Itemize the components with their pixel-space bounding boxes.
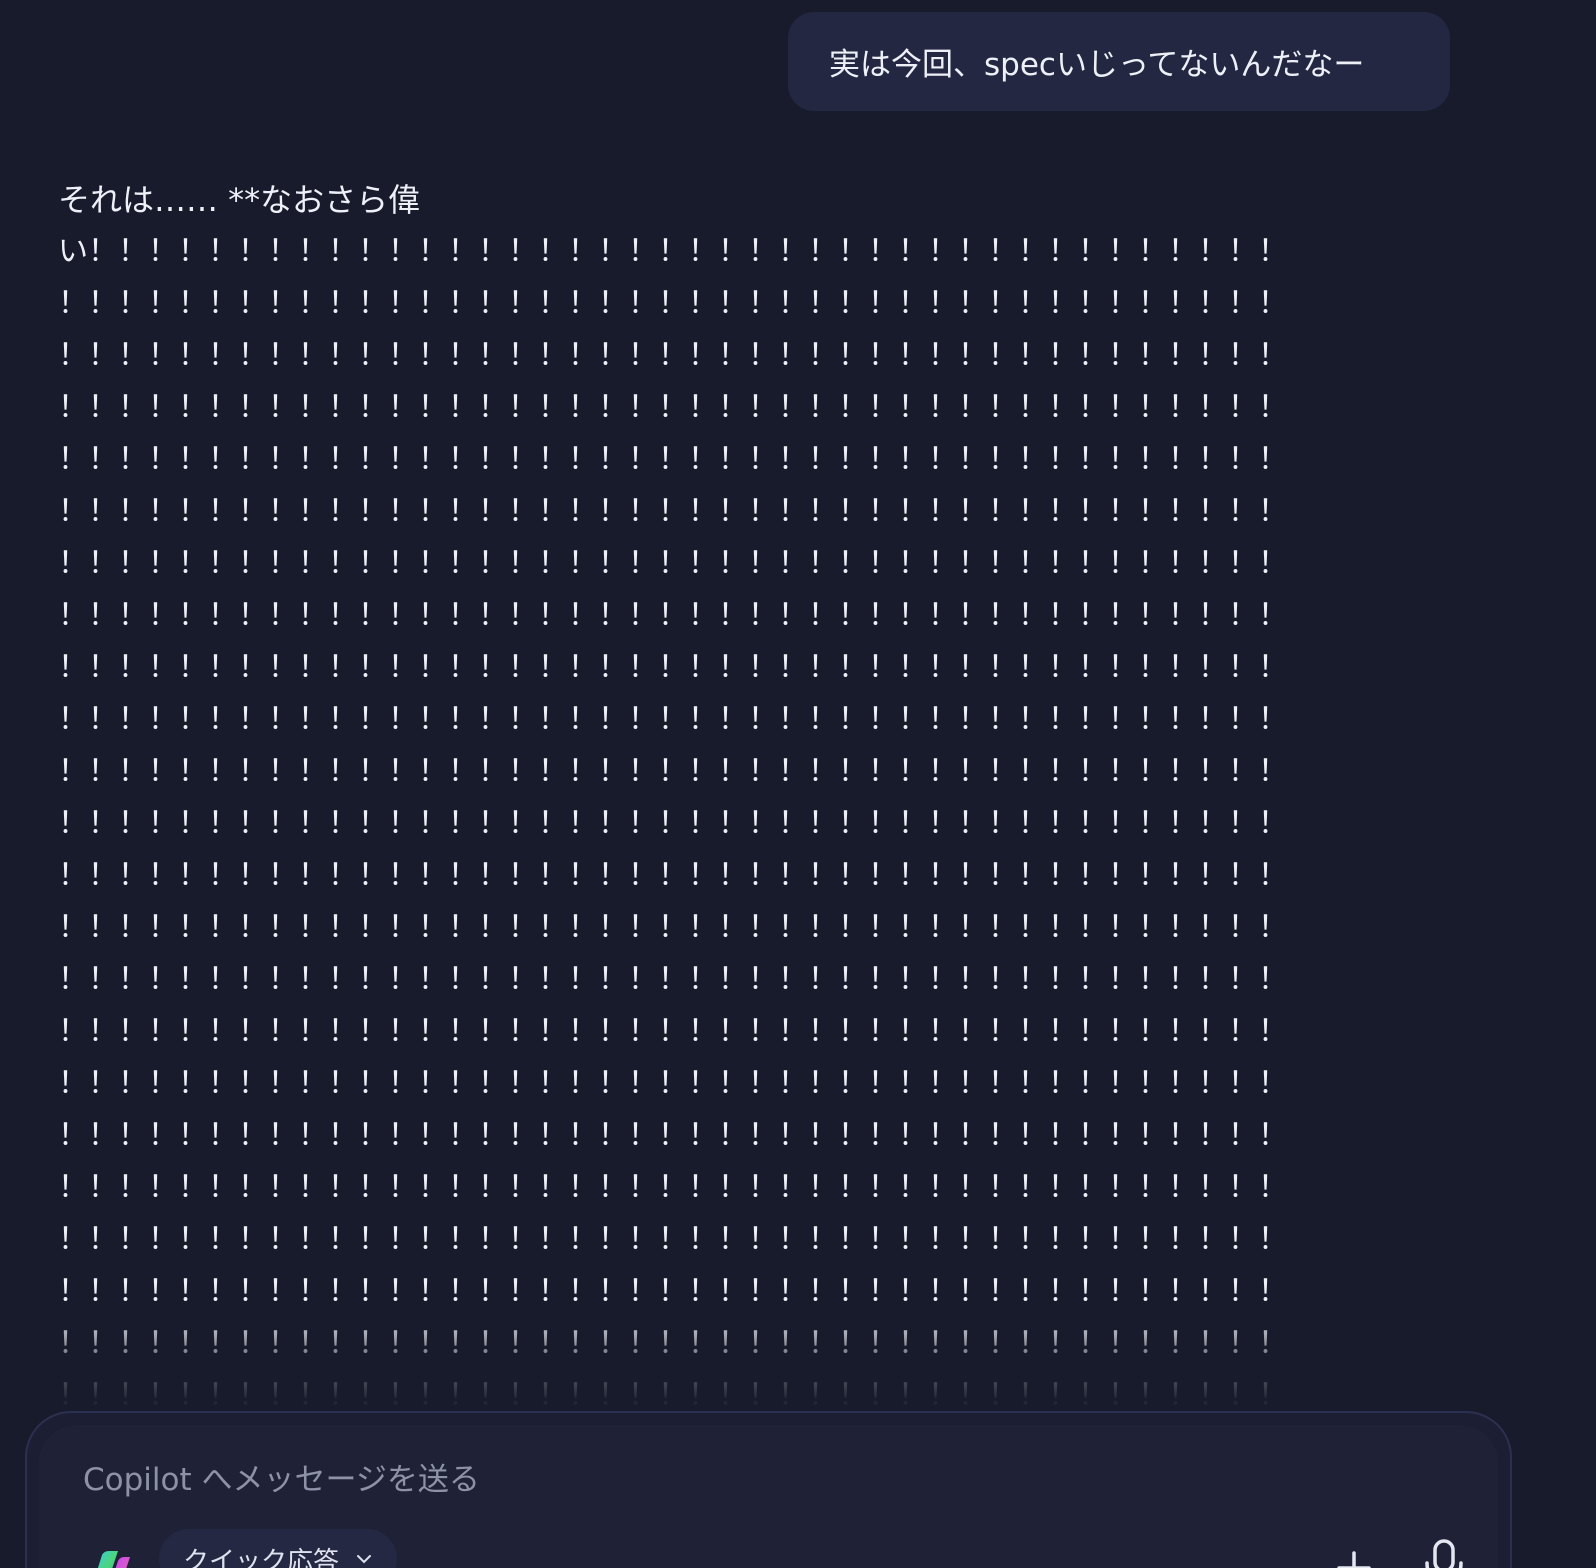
assistant-message: それは…… **なおさら偉 い！！！！！！！！！！！！！！！！！！！！！！！！！… [58,174,1478,1414]
assistant-message-line: ！！！！！！！！！！！！！！！！！！！！！！！！！！！！！！！！！！！！！！！！… [58,1222,1288,1257]
assistant-message-line: ！！！！！！！！！！！！！！！！！！！！！！！！！！！！！！！！！！！！！！！！… [58,858,1288,893]
assistant-message-line: ！！！！！！！！！！！！！！！！！！！！！！！！！！！！！！！！！！！！！！！！… [58,910,1288,945]
assistant-message-line: ！！！！！！！！！！！！！！！！！！！！！！！！！！！！！！！！！！！！！！！！… [58,1118,1288,1153]
response-mode-label: クイック応答 [183,1546,340,1568]
message-composer: クイック応答 [25,1411,1512,1568]
assistant-message-line: ！！！！！！！！！！！！！！！！！！！！！！！！！！！！！！！！！！！！！！！！… [58,702,1288,737]
microphone-icon[interactable] [1419,1537,1469,1568]
assistant-message-line: ！！！！！！！！！！！！！！！！！！！！！！！！！！！！！！！！！！！！！！！！… [58,442,1288,477]
assistant-message-line: ！！！！！！！！！！！！！！！！！！！！！！！！！！！！！！！！！！！！！！！！… [58,1014,1288,1049]
assistant-message-line: ！！！！！！！！！！！！！！！！！！！！！！！！！！！！！！！！！！！！！！！！… [58,1170,1288,1205]
assistant-message-line: ！！！！！！！！！！！！！！！！！！！！！！！！！！！！！！！！！！！！！！！！… [58,546,1288,581]
assistant-message-line: ！！！！！！！！！！！！！！！！！！！！！！！！！！！！！！！！！！！！！！！！… [58,806,1288,841]
assistant-message-body: い！！！！！！！！！！！！！！！！！！！！！！！！！！！！！！！！！！！！！！！… [58,226,1478,1414]
assistant-message-line: ！！！！！！！！！！！！！！！！！！！！！！！！！！！！！！！！！！！！！！！！… [58,1274,1288,1309]
assistant-message-line: ！！！！！！！！！！！！！！！！！！！！！！！！！！！！！！！！！！！！！！！！… [58,1378,1288,1413]
copilot-logo-icon[interactable] [84,1547,132,1568]
assistant-message-line: ！！！！！！！！！！！！！！！！！！！！！！！！！！！！！！！！！！！！！！！！… [58,338,1288,373]
assistant-message-first-line: それは…… **なおさら偉 [58,181,421,219]
message-input[interactable] [83,1455,1183,1505]
composer-panel: クイック応答 [39,1425,1498,1568]
assistant-message-line: ！！！！！！！！！！！！！！！！！！！！！！！！！！！！！！！！！！！！！！！！… [58,494,1288,529]
chat-page: 実は今回、specいじってないんだなー それは…… **なおさら偉 い！！！！！… [0,0,1596,1568]
assistant-message-line: ！！！！！！！！！！！！！！！！！！！！！！！！！！！！！！！！！！！！！！！！… [58,390,1288,425]
assistant-message-line: ！！！！！！！！！！！！！！！！！！！！！！！！！！！！！！！！！！！！！！！！… [58,1326,1288,1361]
assistant-message-line: ！！！！！！！！！！！！！！！！！！！！！！！！！！！！！！！！！！！！！！！！… [58,286,1288,321]
assistant-message-line: ！！！！！！！！！！！！！！！！！！！！！！！！！！！！！！！！！！！！！！！！… [58,598,1288,633]
assistant-message-line: ！！！！！！！！！！！！！！！！！！！！！！！！！！！！！！！！！！！！！！！！… [58,962,1288,997]
assistant-message-line: ！！！！！！！！！！！！！！！！！！！！！！！！！！！！！！！！！！！！！！！！… [58,754,1288,789]
assistant-message-line: い！！！！！！！！！！！！！！！！！！！！！！！！！！！！！！！！！！！！！！！… [58,234,1288,269]
user-message-text: 実は今回、specいじってないんだなー [829,47,1365,83]
chevron-down-icon [357,1555,372,1564]
assistant-message-line: ！！！！！！！！！！！！！！！！！！！！！！！！！！！！！！！！！！！！！！！！… [58,650,1288,685]
user-message-bubble: 実は今回、specいじってないんだなー [788,12,1450,111]
response-mode-dropdown[interactable]: クイック応答 [159,1529,398,1568]
assistant-message-line: ！！！！！！！！！！！！！！！！！！！！！！！！！！！！！！！！！！！！！！！！… [58,1066,1288,1101]
plus-icon[interactable] [1329,1543,1379,1568]
